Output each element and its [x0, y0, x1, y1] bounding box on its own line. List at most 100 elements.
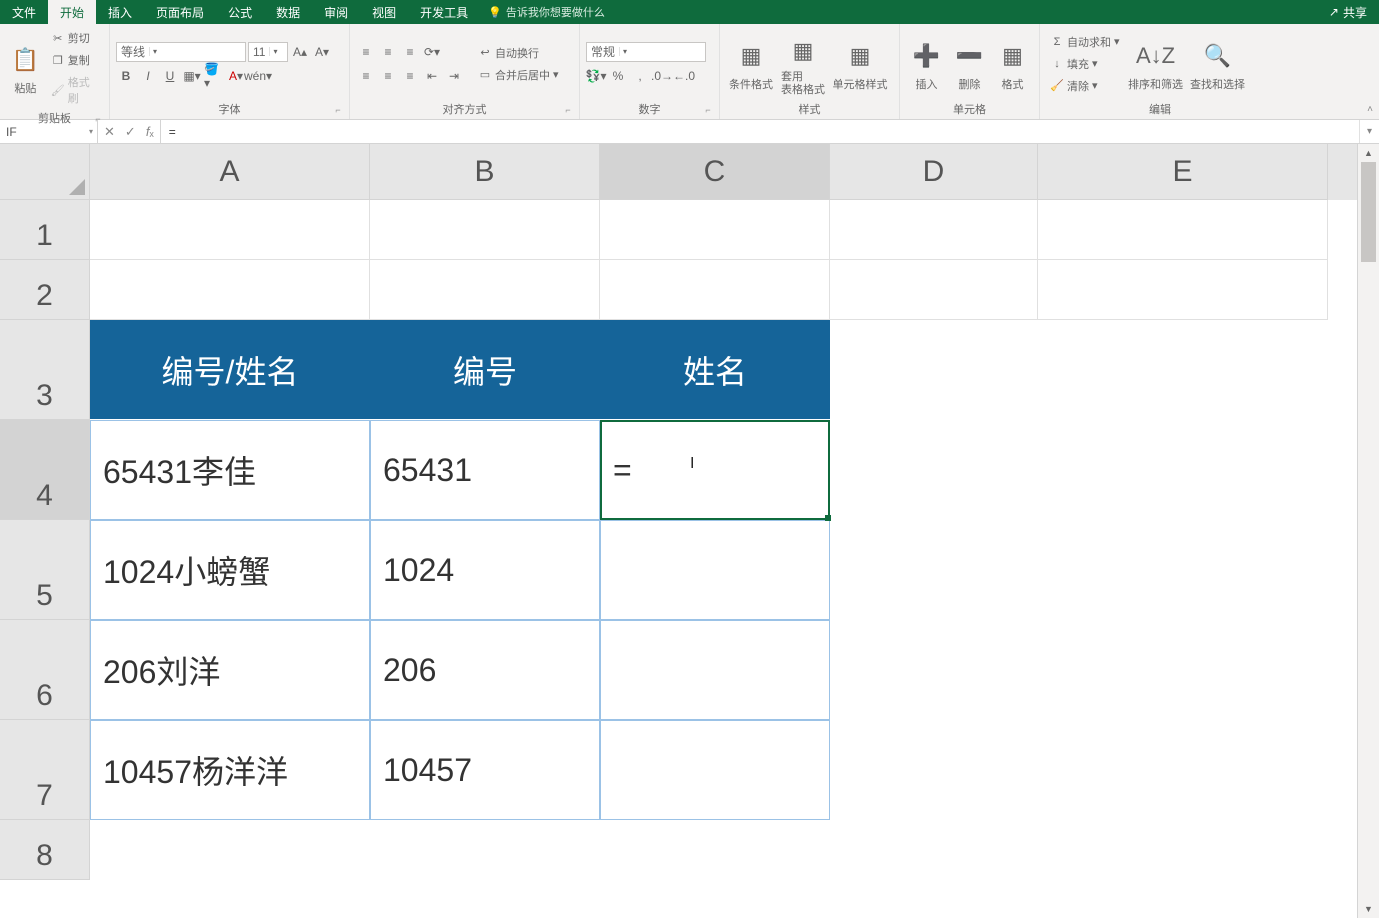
insert-cells-button[interactable]: ➕插入: [906, 28, 947, 99]
row-head-7[interactable]: 7: [0, 720, 90, 820]
row-head-3[interactable]: 3: [0, 320, 90, 420]
menu-developer[interactable]: 开发工具: [408, 0, 480, 24]
decrease-font-button[interactable]: A▾: [312, 42, 332, 62]
collapse-ribbon-button[interactable]: ˄: [1367, 104, 1373, 115]
bold-button[interactable]: B: [116, 66, 136, 86]
row-head-5[interactable]: 5: [0, 520, 90, 620]
copy-button[interactable]: ❐复制: [47, 50, 103, 70]
font-name-combo[interactable]: 等线▾: [116, 42, 246, 62]
cell-b7[interactable]: 10457: [370, 720, 600, 820]
autosum-button[interactable]: Σ自动求和▾: [1046, 32, 1124, 52]
conditional-format-button[interactable]: ▦条件格式: [726, 28, 776, 99]
alignment-dialog-launcher[interactable]: ⌐: [563, 105, 573, 115]
col-head-d[interactable]: D: [830, 144, 1038, 200]
cell-a7[interactable]: 10457杨洋洋: [90, 720, 370, 820]
cell-c7[interactable]: [600, 720, 830, 820]
delete-cells-button[interactable]: ➖删除: [949, 28, 990, 99]
format-painter-button[interactable]: 🖌格式刷: [47, 72, 103, 108]
phonetic-button[interactable]: wén▾: [248, 66, 268, 86]
cell-a5[interactable]: 1024小螃蟹: [90, 520, 370, 620]
merge-center-button[interactable]: ▭合并后居中▾: [474, 65, 563, 85]
format-cells-button[interactable]: ▦格式: [992, 28, 1033, 99]
accounting-format-button[interactable]: 💱▾: [586, 66, 606, 86]
align-right-button[interactable]: ≡: [400, 66, 420, 86]
col-head-b[interactable]: B: [370, 144, 600, 200]
row-head-4[interactable]: 4: [0, 420, 90, 520]
menu-view[interactable]: 视图: [360, 0, 408, 24]
decrease-decimal-button[interactable]: ←.0: [674, 66, 694, 86]
orientation-button[interactable]: ⟳▾: [422, 42, 442, 62]
cell-c5[interactable]: [600, 520, 830, 620]
font-dialog-launcher[interactable]: ⌐: [333, 105, 343, 115]
cell-a6[interactable]: 206刘洋: [90, 620, 370, 720]
italic-button[interactable]: I: [138, 66, 158, 86]
decrease-indent-button[interactable]: ⇤: [422, 66, 442, 86]
underline-button[interactable]: U: [160, 66, 180, 86]
cell-styles-button[interactable]: ▦单元格样式: [830, 28, 890, 99]
clear-button[interactable]: 🧹清除▾: [1046, 76, 1124, 96]
tell-me-search[interactable]: 💡 告诉我你想要做什么: [488, 4, 605, 20]
vertical-scrollbar[interactable]: ▲ ▼: [1357, 144, 1379, 918]
increase-indent-button[interactable]: ⇥: [444, 66, 464, 86]
col-head-a[interactable]: A: [90, 144, 370, 200]
fill-button[interactable]: ↓填充▾: [1046, 54, 1124, 74]
cancel-formula-button[interactable]: ✕: [104, 124, 115, 140]
name-box[interactable]: IF ▾: [0, 120, 98, 143]
paste-button[interactable]: 📋 粘贴: [6, 28, 45, 108]
row-head-2[interactable]: 2: [0, 260, 90, 320]
cut-button[interactable]: ✂剪切: [47, 28, 103, 48]
align-middle-button[interactable]: ≡: [378, 42, 398, 62]
cell-c4[interactable]: =: [600, 420, 830, 520]
menu-page-layout[interactable]: 页面布局: [144, 0, 216, 24]
row-head-8[interactable]: 8: [0, 820, 90, 880]
cell-c6[interactable]: [600, 620, 830, 720]
menu-data[interactable]: 数据: [264, 0, 312, 24]
number-dialog-launcher[interactable]: ⌐: [703, 105, 713, 115]
align-left-button[interactable]: ≡: [356, 66, 376, 86]
col-head-e[interactable]: E: [1038, 144, 1328, 200]
cell-b5[interactable]: 1024: [370, 520, 600, 620]
enter-formula-button[interactable]: ✓: [125, 124, 136, 140]
row-head-6[interactable]: 6: [0, 620, 90, 720]
sort-filter-label: 排序和筛选: [1128, 76, 1183, 92]
format-as-table-button[interactable]: ▦套用 表格格式: [778, 28, 828, 99]
scroll-up-button[interactable]: ▲: [1358, 144, 1379, 162]
border-button[interactable]: ▦▾: [182, 66, 202, 86]
font-size-combo[interactable]: 11▾: [248, 42, 288, 62]
row-head-1[interactable]: 1: [0, 200, 90, 260]
menu-formulas[interactable]: 公式: [216, 0, 264, 24]
scroll-track[interactable]: [1358, 162, 1379, 900]
align-bottom-button[interactable]: ≡: [400, 42, 420, 62]
menu-file[interactable]: 文件: [0, 0, 48, 24]
cell-b4[interactable]: 65431: [370, 420, 600, 520]
col-head-c[interactable]: C: [600, 144, 830, 200]
select-all-corner[interactable]: [0, 144, 90, 200]
menu-home[interactable]: 开始: [48, 0, 96, 24]
align-top-button[interactable]: ≡: [356, 42, 376, 62]
share-button[interactable]: ↗ 共享: [1317, 4, 1379, 21]
menu-review[interactable]: 审阅: [312, 0, 360, 24]
expand-formula-bar-button[interactable]: ▾: [1359, 120, 1379, 143]
formula-input[interactable]: =: [161, 120, 1359, 143]
insert-function-button[interactable]: fₓ: [146, 124, 154, 139]
cell-a4[interactable]: 65431李佳: [90, 420, 370, 520]
align-center-button[interactable]: ≡: [378, 66, 398, 86]
cell-b6[interactable]: 206: [370, 620, 600, 720]
table-header-c[interactable]: 姓名: [600, 320, 830, 420]
table-header-b[interactable]: 编号: [370, 320, 600, 420]
number-format-combo[interactable]: 常规▾: [586, 42, 706, 62]
menu-insert[interactable]: 插入: [96, 0, 144, 24]
sort-filter-button[interactable]: A↓Z排序和筛选: [1126, 28, 1186, 99]
scroll-thumb[interactable]: [1361, 162, 1376, 262]
find-select-button[interactable]: 🔍查找和选择: [1188, 28, 1248, 99]
wrap-text-button[interactable]: ↩自动换行: [474, 43, 563, 63]
percent-format-button[interactable]: %: [608, 66, 628, 86]
comma-format-button[interactable]: ,: [630, 66, 650, 86]
increase-decimal-button[interactable]: .0→: [652, 66, 672, 86]
cells-area[interactable]: 编号/姓名 编号 姓名 65431李佳 65431 = 1024小螃蟹 1024…: [90, 200, 1357, 918]
scroll-down-button[interactable]: ▼: [1358, 900, 1379, 918]
table-header-a[interactable]: 编号/姓名: [90, 320, 370, 420]
increase-font-button[interactable]: A▴: [290, 42, 310, 62]
fill-color-button[interactable]: 🪣▾: [204, 66, 224, 86]
font-group-label: 字体: [219, 104, 241, 116]
